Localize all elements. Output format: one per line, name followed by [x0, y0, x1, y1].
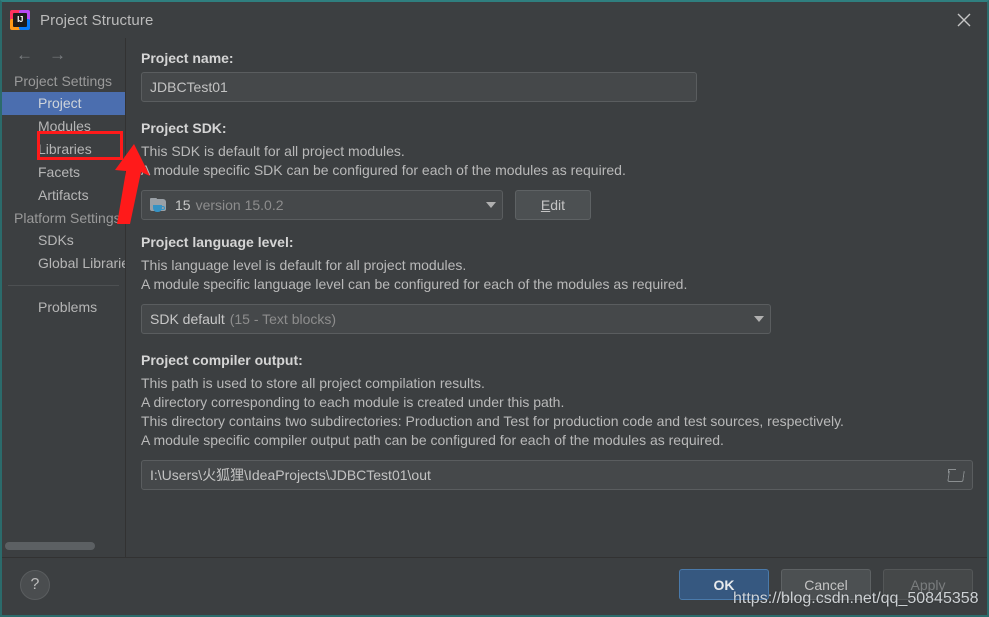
project-sdk-description-1: This SDK is default for all project modu… — [141, 143, 405, 159]
sidebar-item-modules[interactable]: Modules — [2, 115, 125, 138]
title-bar: IJ Project Structure — [2, 2, 987, 38]
chevron-down-icon — [486, 202, 496, 208]
project-sdk-dropdown[interactable]: 15 version 15.0.2 — [141, 190, 503, 220]
edit-button-mnemonic: E — [540, 197, 551, 213]
project-structure-dialog: IJ Project Structure ← → Project Setting… — [0, 0, 989, 617]
project-sdk-description-2: A module specific SDK can be configured … — [141, 162, 626, 178]
edit-sdk-button[interactable]: Edit — [515, 190, 591, 220]
apply-button: Apply — [883, 569, 973, 600]
scrollbar-thumb[interactable] — [5, 542, 95, 550]
compiler-output-description-1: This path is used to store all project c… — [141, 375, 485, 391]
sidebar-item-problems[interactable]: Problems — [2, 296, 125, 319]
compiler-output-path-value: I:\Users\火狐狸\IdeaProjects\JDBCTest01\out — [150, 467, 431, 483]
settings-sidebar: ← → Project Settings Project Modules Lib… — [2, 38, 126, 559]
project-sdk-version: version 15.0.2 — [195, 197, 284, 213]
arrow-left-icon[interactable]: ← — [16, 46, 33, 63]
arrow-right-icon[interactable]: → — [49, 46, 66, 63]
folder-browse-icon[interactable] — [947, 468, 966, 482]
intellij-idea-logo-icon: IJ — [10, 10, 30, 30]
sidebar-group-platform-settings: Platform Settings — [14, 210, 121, 226]
sidebar-navigation: ← → — [2, 38, 125, 70]
language-level-description-1: This language level is default for all p… — [141, 257, 467, 273]
ok-button[interactable]: OK — [679, 569, 769, 600]
compiler-output-description-2: A directory corresponding to each module… — [141, 394, 565, 410]
sidebar-item-libraries[interactable]: Libraries — [2, 138, 125, 161]
compiler-output-description-4: A module specific compiler output path c… — [141, 432, 724, 448]
close-icon[interactable] — [941, 2, 987, 38]
sidebar-group-project-settings: Project Settings — [14, 73, 113, 89]
dialog-footer: ? OK Cancel Apply — [2, 557, 987, 615]
compiler-output-path-input[interactable]: I:\Users\火狐狸\IdeaProjects\JDBCTest01\out — [141, 460, 973, 490]
project-name-label: Project name: — [141, 50, 234, 66]
sidebar-divider — [8, 285, 119, 286]
dialog-action-buttons: OK Cancel Apply — [679, 569, 973, 600]
sidebar-item-project[interactable]: Project — [2, 92, 125, 115]
sidebar-item-facets[interactable]: Facets — [2, 161, 125, 184]
window-title: Project Structure — [40, 11, 154, 29]
sidebar-item-global-libraries[interactable]: Global Libraries — [2, 252, 125, 275]
java-sdk-folder-icon — [150, 197, 168, 213]
project-name-input[interactable]: JDBCTest01 — [141, 72, 697, 102]
edit-button-label: dit — [550, 197, 566, 213]
cancel-button[interactable]: Cancel — [781, 569, 871, 600]
compiler-output-label: Project compiler output: — [141, 352, 303, 368]
sidebar-horizontal-scrollbar[interactable] — [2, 541, 125, 551]
language-level-description-2: A module specific language level can be … — [141, 276, 688, 292]
language-level-value: SDK default — [150, 311, 225, 327]
project-sdk-label: Project SDK: — [141, 120, 227, 136]
sidebar-item-artifacts[interactable]: Artifacts — [2, 184, 125, 207]
language-level-detail: (15 - Text blocks) — [229, 311, 337, 327]
chevron-down-icon — [754, 316, 764, 322]
project-settings-panel: Project name: JDBCTest01 Project SDK: Th… — [127, 38, 987, 559]
compiler-output-description-3: This directory contains two subdirectori… — [141, 413, 844, 429]
language-level-label: Project language level: — [141, 234, 294, 250]
language-level-dropdown[interactable]: SDK default (15 - Text blocks) — [141, 304, 771, 334]
sidebar-item-sdks[interactable]: SDKs — [2, 229, 125, 252]
project-sdk-value: 15 — [175, 197, 191, 213]
help-icon[interactable]: ? — [20, 570, 50, 600]
